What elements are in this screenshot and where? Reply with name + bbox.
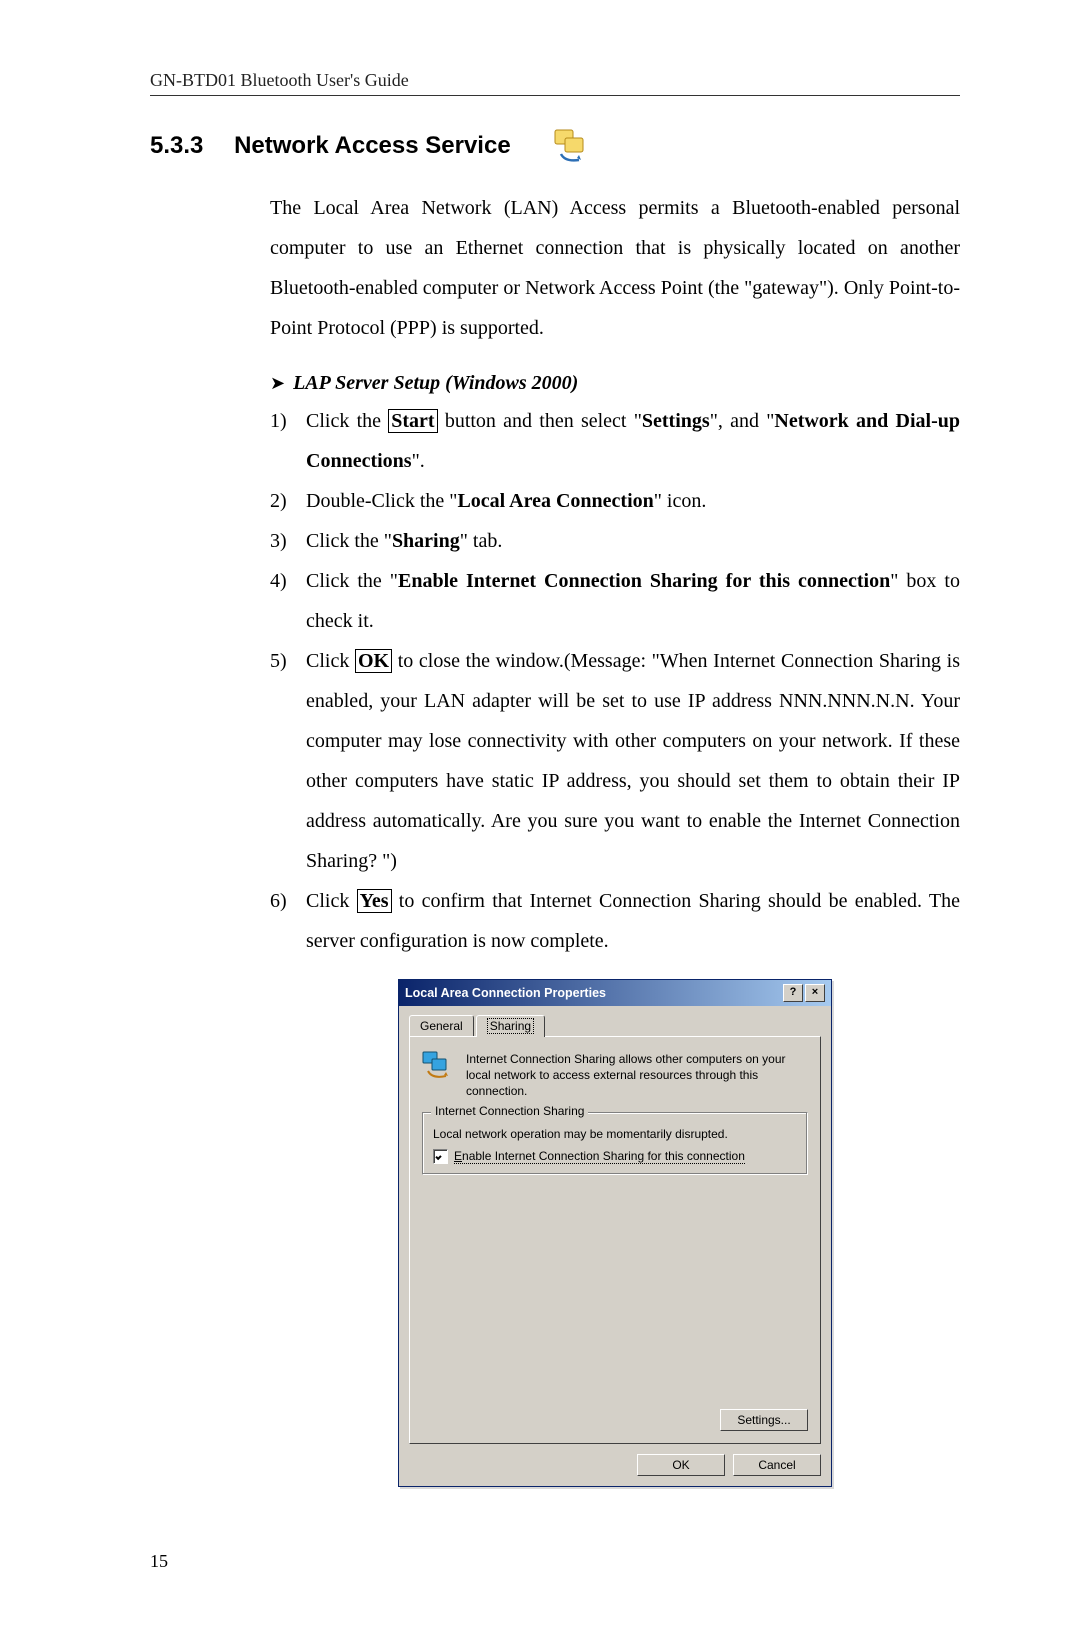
- intro-paragraph: The Local Area Network (LAN) Access perm…: [270, 188, 960, 348]
- sharing-info-text: Internet Connection Sharing allows other…: [466, 1051, 808, 1100]
- enable-ics-checkbox[interactable]: [433, 1149, 448, 1164]
- list-text: Click OK to close the window.(Message: "…: [306, 641, 960, 881]
- list-text: Click the "Sharing" tab.: [306, 521, 960, 561]
- list-num: 4): [270, 561, 306, 641]
- cancel-button[interactable]: Cancel: [733, 1454, 821, 1476]
- list-text: Click the "Enable Internet Connection Sh…: [306, 561, 960, 641]
- properties-dialog: Local Area Connection Properties ? × Gen…: [398, 979, 832, 1487]
- start-button-ref: Start: [388, 409, 437, 433]
- list-text: Double-Click the "Local Area Connection"…: [306, 481, 960, 521]
- numbered-list: 1) Click the Start button and then selec…: [270, 401, 960, 961]
- list-num: 3): [270, 521, 306, 561]
- yes-button-ref: Yes: [357, 889, 392, 913]
- header-rule: [150, 95, 960, 96]
- section-number: 5.3.3: [150, 132, 203, 159]
- page-number: 15: [150, 1551, 960, 1572]
- ics-groupbox: Internet Connection Sharing Local networ…: [422, 1112, 808, 1175]
- ok-button[interactable]: OK: [637, 1454, 725, 1476]
- settings-button[interactable]: Settings...: [720, 1409, 808, 1431]
- groupbox-label: Internet Connection Sharing: [431, 1104, 588, 1118]
- ok-button-ref: OK: [355, 649, 392, 673]
- section-heading: 5.3.3 Network Access Service: [150, 128, 960, 164]
- enable-ics-label: Enable Internet Connection Sharing for t…: [454, 1149, 745, 1164]
- sharing-info-icon: [422, 1051, 456, 1081]
- subhead: LAP Server Setup (Windows 2000): [293, 372, 578, 395]
- list-text: Click the Start button and then select "…: [306, 401, 960, 481]
- dialog-title: Local Area Connection Properties: [405, 986, 606, 1000]
- tab-strip: General Sharing: [409, 1015, 821, 1037]
- dialog-titlebar: Local Area Connection Properties ? ×: [399, 980, 831, 1006]
- tab-general[interactable]: General: [409, 1015, 474, 1037]
- tab-panel: Internet Connection Sharing allows other…: [409, 1036, 821, 1444]
- tab-sharing[interactable]: Sharing: [476, 1015, 545, 1037]
- network-access-icon: [551, 128, 589, 164]
- groupbox-line: Local network operation may be momentari…: [433, 1127, 797, 1141]
- doc-header: GN-BTD01 Bluetooth User's Guide: [150, 70, 960, 91]
- list-num: 6): [270, 881, 306, 961]
- list-text: Click Yes to confirm that Internet Conne…: [306, 881, 960, 961]
- section-title-text: Network Access Service: [234, 132, 511, 159]
- help-button[interactable]: ?: [783, 984, 803, 1002]
- close-button[interactable]: ×: [805, 984, 825, 1002]
- list-num: 2): [270, 481, 306, 521]
- list-num: 1): [270, 401, 306, 481]
- subhead-arrow-icon: ➤: [270, 373, 285, 394]
- list-num: 5): [270, 641, 306, 881]
